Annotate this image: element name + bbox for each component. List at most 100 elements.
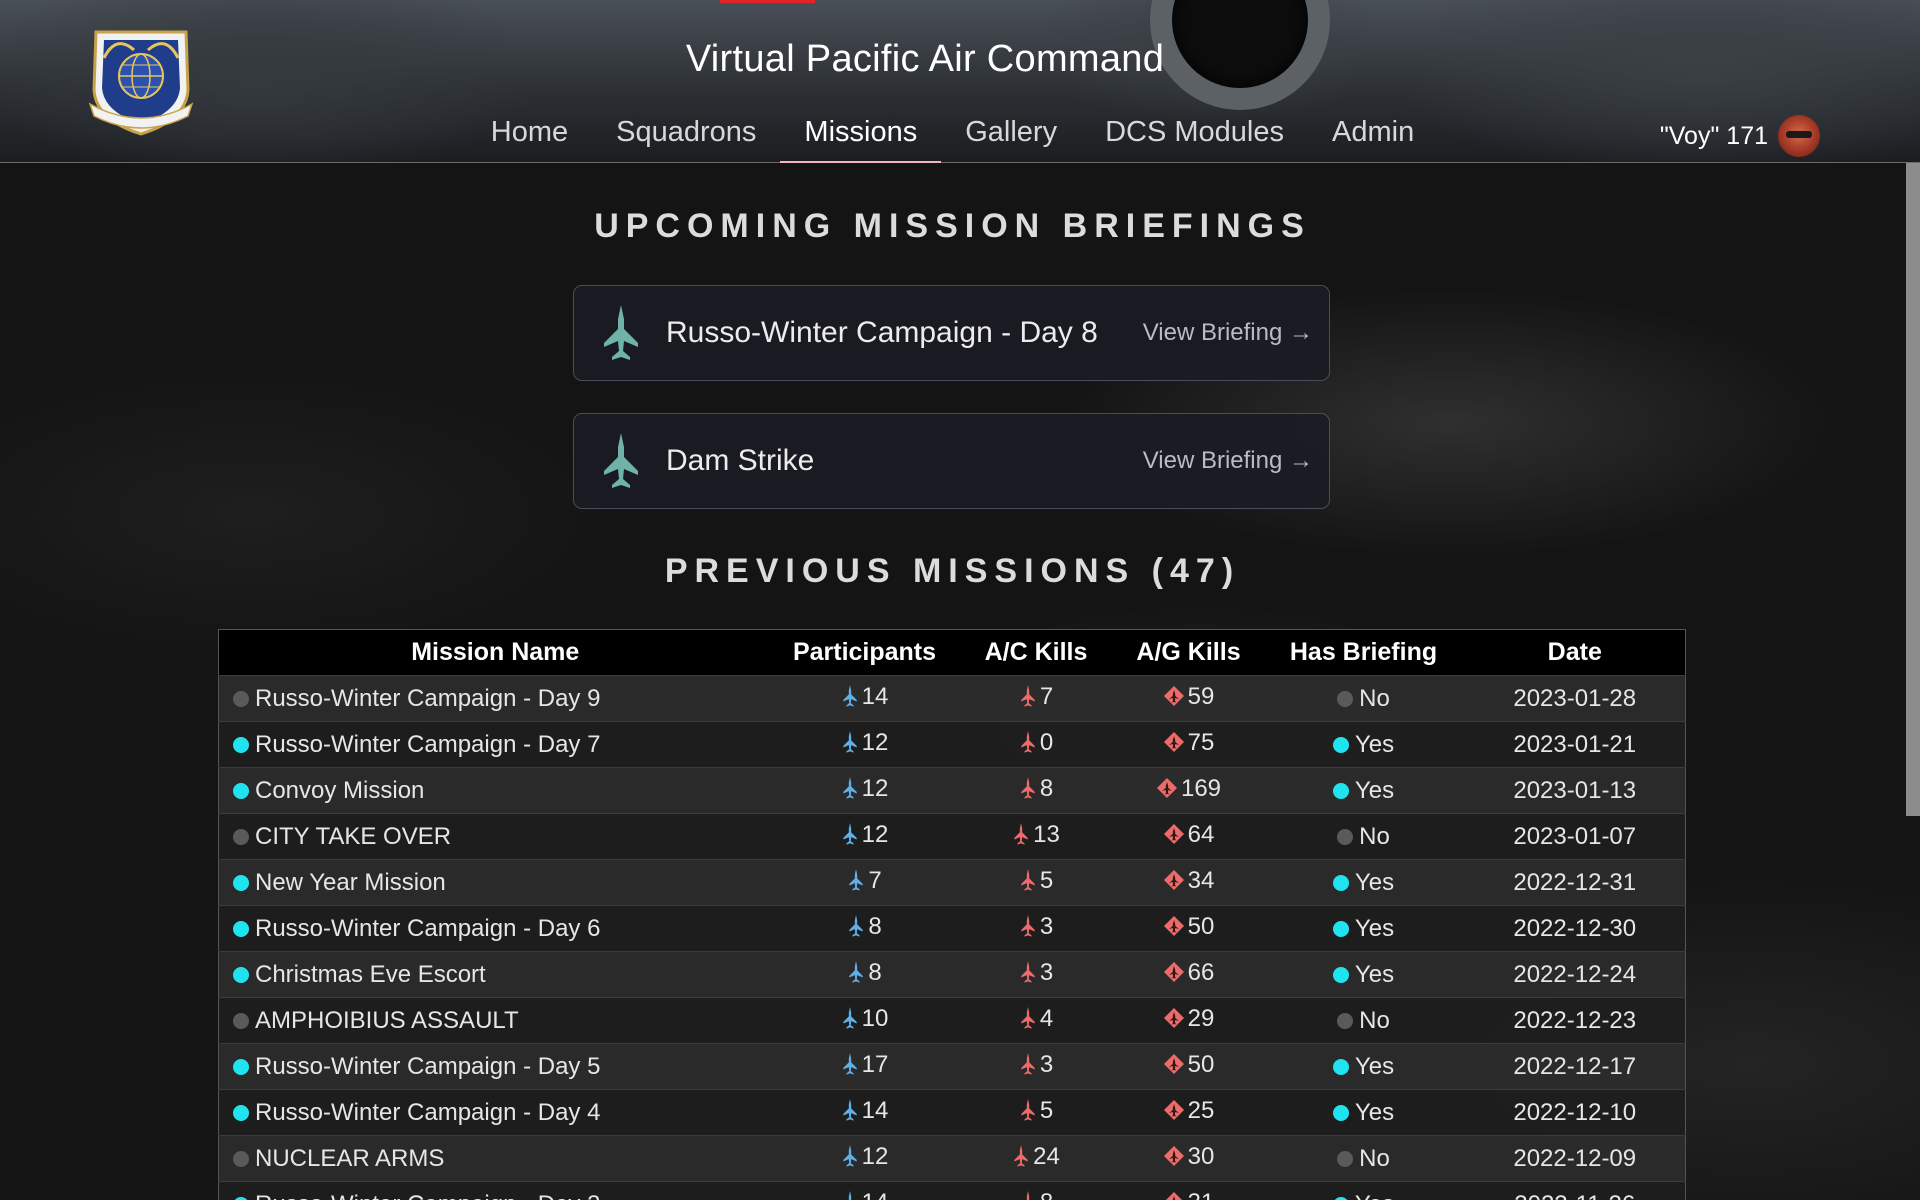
target-icon xyxy=(1163,823,1185,852)
has-briefing-value: Yes xyxy=(1354,868,1395,896)
mission-name-cell[interactable]: New Year Mission xyxy=(219,860,772,906)
participants-value: 12 xyxy=(861,775,889,802)
briefing-status-dot-icon xyxy=(1337,1150,1354,1167)
target-icon xyxy=(1163,869,1185,898)
mission-name-cell[interactable]: Russo-Winter Campaign - Day 9 xyxy=(219,676,772,722)
ac-kills-cell: 5 xyxy=(958,860,1115,906)
table-row[interactable]: Russo-Winter Campaign - Day 7 12 0 75 Yes 202… xyxy=(218,721,1686,768)
mission-name[interactable]: Russo-Winter Campaign - Day 5 xyxy=(255,1053,600,1080)
briefing-status-dot-icon xyxy=(233,736,249,753)
briefing-status-dot-icon xyxy=(233,690,249,707)
has-briefing-value: No xyxy=(1359,684,1390,712)
mission-name-cell[interactable]: AMPHOIBIUS ASSAULT xyxy=(219,998,772,1044)
table-row[interactable]: Russo-Winter Campaign - Day 3 14 8 31 Yes 202… xyxy=(218,1181,1686,1200)
ac-kills-cell: 13 xyxy=(958,814,1115,860)
table-row[interactable]: Russo-Winter Campaign - Day 9 14 7 59 No 2023… xyxy=(218,675,1686,722)
mission-name-cell[interactable]: NUCLEAR ARMS xyxy=(219,1136,772,1182)
ag-kills-value: 169 xyxy=(1180,775,1222,802)
briefing-status-dot-icon xyxy=(233,1150,249,1167)
mission-name[interactable]: New Year Mission xyxy=(255,869,446,896)
has-briefing-cell: Yes xyxy=(1263,1182,1465,1200)
column-header-ac-kills[interactable]: A/C Kills xyxy=(958,630,1115,676)
missions-table: Mission Name Participants A/C Kills A/G … xyxy=(218,629,1686,1200)
mission-name[interactable]: Russo-Winter Campaign - Day 7 xyxy=(255,731,600,758)
avatar[interactable] xyxy=(1778,115,1820,157)
briefing-card[interactable]: Dam Strike View Briefing → xyxy=(573,413,1330,509)
ag-kills-value: 30 xyxy=(1187,1143,1215,1170)
user-name[interactable]: "Voy" 171 xyxy=(1660,122,1768,151)
table-row[interactable]: NUCLEAR ARMS 12 24 30 No 2022-12-09 xyxy=(218,1135,1686,1182)
mission-name[interactable]: AMPHOIBIUS ASSAULT xyxy=(255,1007,519,1034)
date-cell: 2022-11-26 xyxy=(1465,1182,1686,1200)
jet-kill-icon xyxy=(1012,1145,1030,1174)
participants-cell: 12 xyxy=(772,814,958,860)
briefing-card[interactable]: Russo-Winter Campaign - Day 8 View Brief… xyxy=(573,285,1330,381)
table-row[interactable]: Russo-Winter Campaign - Day 5 17 3 50 Yes 202… xyxy=(218,1043,1686,1090)
nav-admin[interactable]: Admin xyxy=(1308,112,1438,163)
ac-kills-value: 0 xyxy=(1039,729,1054,756)
participants-value: 10 xyxy=(861,1005,889,1032)
ag-kills-value: 34 xyxy=(1187,867,1215,894)
mission-name[interactable]: Russo-Winter Campaign - Day 4 xyxy=(255,1099,600,1126)
mission-name-cell[interactable]: Christmas Eve Escort xyxy=(219,952,772,998)
date-value: 2022-12-17 xyxy=(1513,1052,1637,1080)
background-red-strip xyxy=(720,0,815,3)
participants-value: 14 xyxy=(861,683,889,710)
ag-kills-cell: 34 xyxy=(1115,860,1263,906)
column-header-participants[interactable]: Participants xyxy=(772,630,958,676)
nav-missions[interactable]: Missions xyxy=(780,112,942,163)
table-row[interactable]: Russo-Winter Campaign - Day 6 8 3 50 Yes 2022… xyxy=(218,905,1686,952)
view-briefing-link[interactable]: View Briefing → xyxy=(1143,447,1313,475)
ag-kills-cell: 64 xyxy=(1115,814,1263,860)
table-row[interactable]: Russo-Winter Campaign - Day 4 14 5 25 Yes 202… xyxy=(218,1089,1686,1136)
mission-name[interactable]: NUCLEAR ARMS xyxy=(255,1145,444,1172)
page-scrollbar[interactable] xyxy=(1906,163,1920,816)
target-icon xyxy=(1163,1191,1185,1200)
column-header-has-briefing[interactable]: Has Briefing xyxy=(1263,630,1465,676)
mission-name[interactable]: Russo-Winter Campaign - Day 3 xyxy=(255,1191,600,1200)
nav-home[interactable]: Home xyxy=(467,112,592,163)
table-row[interactable]: Christmas Eve Escort 8 3 66 Yes 2022-12-24 xyxy=(218,951,1686,998)
mission-name[interactable]: Russo-Winter Campaign - Day 9 xyxy=(255,685,600,712)
column-header-ag-kills[interactable]: A/G Kills xyxy=(1115,630,1263,676)
participants-value: 12 xyxy=(861,1143,889,1170)
mission-name[interactable]: CITY TAKE OVER xyxy=(255,823,451,850)
table-row[interactable]: New Year Mission 7 5 34 Yes 2022-12-31 xyxy=(218,859,1686,906)
mission-name-cell[interactable]: Russo-Winter Campaign - Day 5 xyxy=(219,1044,772,1090)
mission-name-cell[interactable]: Russo-Winter Campaign - Day 4 xyxy=(219,1090,772,1136)
ac-kills-cell: 8 xyxy=(958,1182,1115,1200)
mission-name-cell[interactable]: Russo-Winter Campaign - Day 7 xyxy=(219,722,772,768)
table-row[interactable]: AMPHOIBIUS ASSAULT 10 4 29 No 2022-12-23 xyxy=(218,997,1686,1044)
nav-gallery[interactable]: Gallery xyxy=(941,112,1081,163)
date-cell: 2023-01-07 xyxy=(1465,814,1686,860)
mission-name-cell[interactable]: CITY TAKE OVER xyxy=(219,814,772,860)
jet-icon xyxy=(841,1145,859,1174)
nav-squadrons[interactable]: Squadrons xyxy=(592,112,780,163)
jet-kill-icon xyxy=(1019,1053,1037,1082)
ag-kills-cell: 29 xyxy=(1115,998,1263,1044)
mission-name[interactable]: Convoy Mission xyxy=(255,777,424,804)
ag-kills-value: 29 xyxy=(1187,1005,1215,1032)
nav-dcs-modules[interactable]: DCS Modules xyxy=(1081,112,1308,163)
mission-name[interactable]: Russo-Winter Campaign - Day 6 xyxy=(255,915,600,942)
briefing-status-dot-icon xyxy=(233,1012,249,1029)
column-header-mission-name[interactable]: Mission Name xyxy=(219,630,772,676)
mission-name[interactable]: Christmas Eve Escort xyxy=(255,961,486,988)
mission-name-cell[interactable]: Russo-Winter Campaign - Day 6 xyxy=(219,906,772,952)
ag-kills-value: 64 xyxy=(1187,821,1215,848)
user-menu[interactable]: "Voy" 171 xyxy=(1660,115,1820,157)
briefing-status-dot-icon xyxy=(233,966,249,983)
view-briefing-link[interactable]: View Briefing → xyxy=(1143,319,1313,347)
jet-icon xyxy=(841,1099,859,1128)
has-briefing-cell: Yes xyxy=(1263,906,1465,952)
table-row[interactable]: CITY TAKE OVER 12 13 64 No 2023-01-07 xyxy=(218,813,1686,860)
mission-name-cell[interactable]: Russo-Winter Campaign - Day 3 xyxy=(219,1182,772,1200)
main-nav: Home Squadrons Missions Gallery DCS Modu… xyxy=(0,112,1905,163)
date-cell: 2022-12-31 xyxy=(1465,860,1686,906)
table-row[interactable]: Convoy Mission 12 8 169 Yes 2023-01-13 xyxy=(218,767,1686,814)
column-header-date[interactable]: Date xyxy=(1465,630,1686,676)
ag-kills-value: 50 xyxy=(1187,913,1215,940)
upcoming-title: UPCOMING MISSION BRIEFINGS xyxy=(594,207,1311,245)
ac-kills-value: 8 xyxy=(1039,775,1054,802)
mission-name-cell[interactable]: Convoy Mission xyxy=(219,768,772,814)
